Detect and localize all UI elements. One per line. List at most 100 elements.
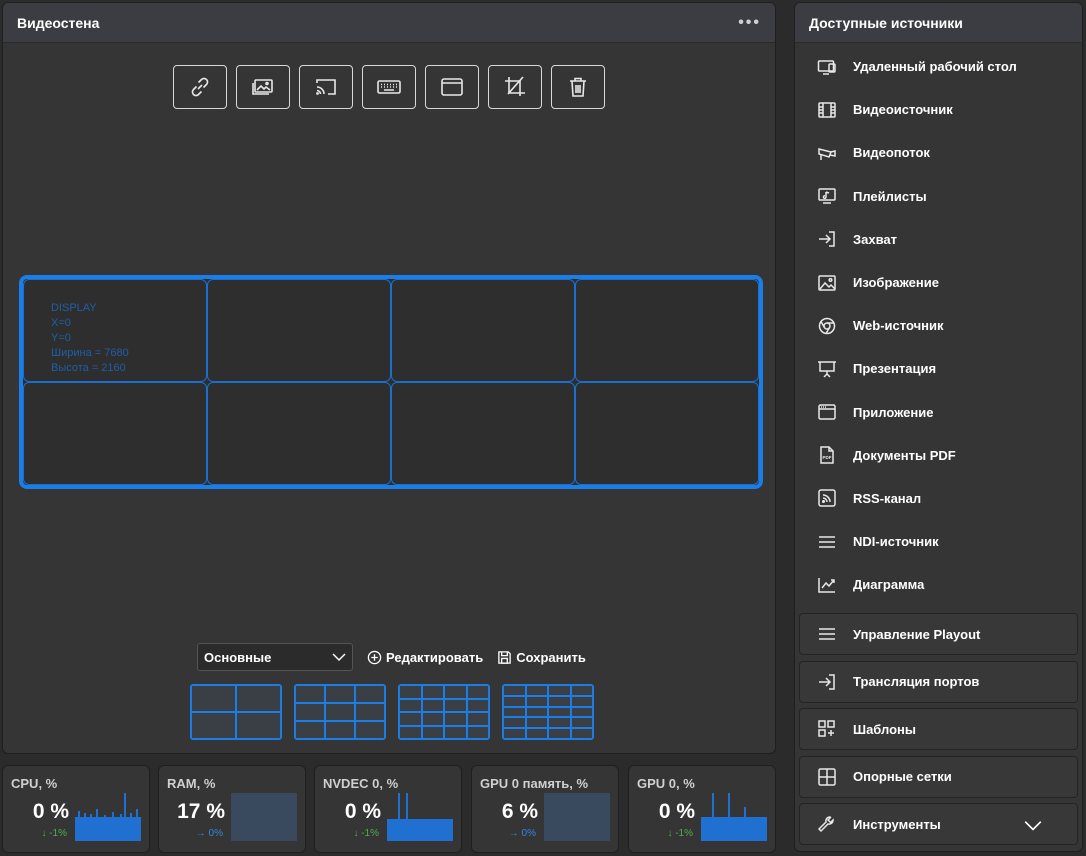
metric-ram: RAM, % 17 % → 0% bbox=[158, 765, 306, 853]
window-button[interactable] bbox=[425, 65, 479, 109]
source-item-capture[interactable]: Захват bbox=[795, 218, 1082, 261]
source-item-application[interactable]: Приложение bbox=[795, 391, 1082, 434]
source-item-video-stream[interactable]: Видеопоток bbox=[795, 131, 1082, 174]
templates-button[interactable]: Шаблоны bbox=[799, 708, 1078, 751]
source-item-label: Видеопоток bbox=[853, 145, 930, 161]
chevron-down-icon[interactable] bbox=[1023, 816, 1043, 834]
metric-delta: ↓ -1% bbox=[41, 828, 67, 839]
display-cell[interactable] bbox=[391, 382, 575, 485]
panel-title: Видеостена bbox=[17, 14, 100, 31]
playlist-icon bbox=[818, 188, 836, 204]
reference-grids-button[interactable]: Опорные сетки bbox=[799, 755, 1078, 798]
lines-icon bbox=[819, 535, 835, 548]
chrome-icon bbox=[818, 317, 836, 334]
metric-title: CPU, % bbox=[11, 776, 58, 791]
playout-control-button[interactable]: Управление Playout bbox=[799, 613, 1078, 655]
source-item-web-source[interactable]: Web-источник bbox=[795, 304, 1082, 347]
source-item-image[interactable]: Изображение bbox=[795, 261, 1082, 304]
display-cell[interactable] bbox=[575, 279, 759, 382]
layout-select-value: Основные bbox=[204, 649, 272, 665]
display-y: Y=0 bbox=[51, 332, 71, 344]
images-button[interactable] bbox=[236, 65, 290, 109]
preset-2x2[interactable] bbox=[190, 684, 282, 740]
display-wall[interactable]: DISPLAY X=0 Y=0 Ширина = 7680 Высота = 2… bbox=[19, 275, 763, 489]
cast-icon bbox=[316, 79, 336, 95]
delete-button[interactable] bbox=[551, 65, 605, 109]
svg-text:PDF: PDF bbox=[823, 455, 832, 460]
nvdec-graph bbox=[387, 793, 453, 841]
cpu-graph bbox=[75, 793, 141, 841]
sign-in-icon bbox=[819, 673, 835, 690]
wrench-icon bbox=[817, 816, 834, 833]
sources-panel: Доступные источники Удаленный рабочий ст… bbox=[794, 2, 1083, 852]
more-dots-icon[interactable]: ••• bbox=[738, 14, 761, 32]
display-cell[interactable] bbox=[207, 279, 391, 382]
metric-cpu: CPU, % 0 % ↓ -1% bbox=[2, 765, 150, 853]
layout-select[interactable]: Основные bbox=[197, 643, 353, 671]
display-width: Ширина = 7680 bbox=[51, 347, 129, 359]
metric-value: 0 % bbox=[32, 800, 69, 823]
metric-gpu-memory: GPU 0 память, % 6 % → 0% bbox=[471, 765, 619, 853]
source-item-playlists[interactable]: Плейлисты bbox=[795, 175, 1082, 218]
grid-icon bbox=[818, 768, 836, 786]
source-item-ndi[interactable]: NDI-источник bbox=[795, 520, 1082, 563]
cast-button[interactable] bbox=[299, 65, 353, 109]
source-item-label: Приложение bbox=[853, 404, 934, 420]
port-translation-button[interactable]: Трансляция портов bbox=[799, 660, 1078, 703]
presentation-icon bbox=[818, 361, 836, 378]
image-icon bbox=[818, 274, 836, 291]
metric-value: 17 % bbox=[177, 800, 225, 823]
images-icon bbox=[252, 79, 273, 95]
sources-header: Доступные источники bbox=[795, 3, 1082, 43]
floppy-icon bbox=[498, 650, 511, 664]
remote-desktop-icon bbox=[817, 59, 836, 75]
display-cell[interactable] bbox=[575, 382, 759, 485]
plus-circle-icon bbox=[367, 650, 382, 664]
display-cell[interactable] bbox=[23, 382, 207, 485]
source-item-pdf[interactable]: PDF Документы PDF bbox=[795, 434, 1082, 477]
source-item-label: Плейлисты bbox=[853, 188, 927, 204]
save-button[interactable]: Сохранить bbox=[497, 650, 586, 665]
sign-in-icon bbox=[819, 231, 835, 248]
preset-4x4[interactable] bbox=[398, 684, 490, 740]
source-item-presentation[interactable]: Презентация bbox=[795, 347, 1082, 390]
crop-button[interactable] bbox=[488, 65, 542, 109]
link-button[interactable] bbox=[173, 65, 227, 109]
box-item-label: Опорные сетки bbox=[853, 769, 952, 785]
metric-value: 6 % bbox=[501, 800, 538, 823]
layout-controls: Основные Редактировать Сохранить bbox=[197, 643, 586, 671]
metric-value: 0 % bbox=[658, 800, 695, 823]
edit-button[interactable]: Редактировать bbox=[367, 650, 483, 665]
pdf-icon: PDF bbox=[820, 446, 834, 465]
preset-3x3[interactable] bbox=[294, 684, 386, 740]
source-item-label: Изображение bbox=[853, 275, 939, 291]
display-cell[interactable] bbox=[391, 279, 575, 382]
source-item-chart[interactable]: Диаграмма bbox=[795, 563, 1082, 606]
metric-delta: ↓ -1% bbox=[667, 828, 693, 839]
rss-icon bbox=[818, 489, 836, 508]
box-item-label: Управление Playout bbox=[853, 626, 981, 642]
box-item-label: Трансляция портов bbox=[853, 674, 980, 690]
gpu-graph bbox=[701, 793, 767, 841]
edit-label: Редактировать bbox=[386, 649, 484, 665]
source-item-label: NDI-источник bbox=[853, 534, 939, 550]
metric-delta: → 0% bbox=[195, 828, 223, 839]
video-wall-panel: Видеостена ••• DISPLAY X=0 Y=0 Ширина = … bbox=[2, 2, 776, 754]
source-item-video-source[interactable]: Видеоисточник bbox=[795, 88, 1082, 131]
tool-boxes: Управление Playout Трансляция портов Шаб… bbox=[799, 613, 1078, 851]
source-item-label: Захват bbox=[853, 231, 898, 247]
preset-4x5[interactable] bbox=[502, 684, 594, 740]
display-cell[interactable] bbox=[207, 382, 391, 485]
source-item-label: Презентация bbox=[853, 361, 937, 377]
chevron-down-icon bbox=[332, 653, 346, 662]
trash-icon bbox=[570, 77, 586, 97]
source-item-rss[interactable]: RSS-канал bbox=[795, 477, 1082, 520]
keyboard-button[interactable] bbox=[362, 65, 416, 109]
source-item-label: Диаграмма bbox=[853, 577, 925, 593]
source-item-remote-desktop[interactable]: Удаленный рабочий стол bbox=[795, 45, 1082, 88]
display-info: DISPLAY X=0 Y=0 Ширина = 7680 Высота = 2… bbox=[51, 301, 129, 376]
metric-gpu: GPU 0, % 0 % ↓ -1% bbox=[628, 765, 776, 853]
tools-button[interactable]: Инструменты bbox=[799, 803, 1078, 846]
source-list: Удаленный рабочий стол Видеоисточник Вид… bbox=[795, 43, 1082, 606]
display-height: Высота = 2160 bbox=[51, 362, 126, 374]
